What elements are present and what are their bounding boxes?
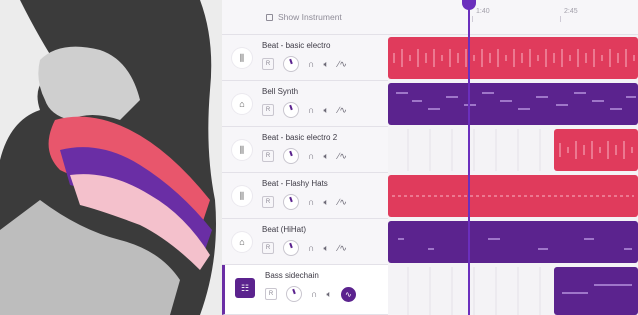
track-controls: R ∩ 🔈︎ ∕∿ bbox=[262, 148, 347, 164]
speaker-icon[interactable]: 🔈︎ bbox=[326, 289, 331, 300]
ruler-label-2: 2:45 bbox=[564, 8, 578, 15]
volume-knob[interactable] bbox=[283, 194, 299, 210]
track-name: Bass sidechain bbox=[265, 271, 319, 280]
record-arm-button[interactable]: R bbox=[262, 58, 274, 70]
waveform-icon: ⫼ bbox=[232, 186, 252, 206]
ruler-label-1: 1:40 bbox=[476, 8, 490, 15]
speaker-icon[interactable]: 🔈︎ bbox=[323, 105, 328, 116]
record-arm-button[interactable]: R bbox=[262, 196, 274, 208]
daw-panel: Show Instrument 1:40 2:45 ⫼ Beat - basic… bbox=[222, 0, 638, 315]
track-row[interactable]: ⌂ Beat (HiHat) R ∩ 🔈︎ ∕∿ bbox=[222, 219, 388, 265]
waveform-icon: ⫼ bbox=[232, 140, 252, 160]
volume-knob[interactable] bbox=[286, 286, 302, 302]
timeline-header: Show Instrument 1:40 2:45 bbox=[222, 0, 638, 35]
bell-icon: ⌂ bbox=[232, 232, 252, 252]
speaker-icon[interactable]: 🔈︎ bbox=[323, 151, 328, 162]
record-arm-button[interactable]: R bbox=[265, 288, 277, 300]
fx-icon[interactable]: ∕∿ bbox=[338, 151, 347, 162]
timeline-lanes bbox=[388, 35, 638, 315]
volume-knob[interactable] bbox=[283, 102, 299, 118]
region-bass-sidechain bbox=[554, 267, 638, 315]
hero-photo bbox=[0, 0, 222, 315]
record-arm-button[interactable]: R bbox=[262, 150, 274, 162]
instrument-icon bbox=[266, 13, 273, 21]
playhead[interactable] bbox=[468, 0, 470, 315]
piano-icon: ☷ bbox=[235, 278, 255, 298]
track-row[interactable]: ⌂ Bell Synth R ∩ 🔈︎ ∕∿ bbox=[222, 81, 388, 127]
ruler-tick bbox=[472, 16, 473, 22]
show-instrument-label: Show Instrument bbox=[278, 12, 342, 22]
headphones-icon[interactable]: ∩ bbox=[308, 59, 314, 69]
fx-icon[interactable]: ∕∿ bbox=[338, 243, 347, 254]
speaker-icon[interactable]: 🔈︎ bbox=[323, 59, 328, 70]
volume-knob[interactable] bbox=[283, 56, 299, 72]
track-controls: R ∩ 🔈︎ ∕∿ bbox=[262, 56, 347, 72]
fx-icon[interactable]: ∕∿ bbox=[338, 197, 347, 208]
track-name: Beat - basic electro bbox=[262, 41, 331, 50]
track-controls: R ∩ 🔈︎ ∕∿ bbox=[262, 194, 347, 210]
headphones-icon[interactable]: ∩ bbox=[311, 289, 317, 299]
singing-person-illustration bbox=[0, 0, 222, 315]
show-instrument-toggle[interactable]: Show Instrument bbox=[266, 12, 342, 22]
headphones-icon[interactable]: ∩ bbox=[308, 197, 314, 207]
track-controls: R ∩ 🔈︎ ∕∿ bbox=[262, 240, 347, 256]
region-canvas bbox=[388, 35, 638, 315]
track-row[interactable]: ⫼ Beat - basic electro 2 R ∩ 🔈︎ ∕∿ bbox=[222, 127, 388, 173]
volume-knob[interactable] bbox=[283, 148, 299, 164]
region-bell-synth bbox=[388, 83, 638, 125]
bell-icon: ⌂ bbox=[232, 94, 252, 114]
track-name: Beat (HiHat) bbox=[262, 225, 307, 234]
record-arm-button[interactable]: R bbox=[262, 104, 274, 116]
track-name: Beat - basic electro 2 bbox=[262, 133, 338, 142]
headphones-icon[interactable]: ∩ bbox=[308, 105, 314, 115]
track-row-selected[interactable]: ☷ Bass sidechain R ∩ 🔈︎ ∿ bbox=[222, 265, 388, 315]
region-beat-hihat bbox=[388, 221, 638, 263]
fx-icon[interactable]: ∕∿ bbox=[338, 105, 347, 116]
speaker-icon[interactable]: 🔈︎ bbox=[323, 197, 328, 208]
region-beat-basic-electro-2 bbox=[554, 129, 638, 171]
fx-icon-active[interactable]: ∿ bbox=[340, 286, 356, 302]
track-name: Bell Synth bbox=[262, 87, 299, 96]
track-name: Beat - Flashy Hats bbox=[262, 179, 328, 188]
headphones-icon[interactable]: ∩ bbox=[308, 151, 314, 161]
track-row[interactable]: ⫼ Beat - basic electro R ∩ 🔈︎ ∕∿ bbox=[222, 35, 388, 81]
volume-knob[interactable] bbox=[283, 240, 299, 256]
speaker-icon[interactable]: 🔈︎ bbox=[323, 243, 328, 254]
ruler-tick bbox=[560, 16, 561, 22]
record-arm-button[interactable]: R bbox=[262, 242, 274, 254]
fx-icon[interactable]: ∕∿ bbox=[338, 59, 347, 70]
track-controls: R ∩ 🔈︎ ∕∿ bbox=[262, 102, 347, 118]
waveform-icon: ⫼ bbox=[232, 48, 252, 68]
track-controls: R ∩ 🔈︎ ∿ bbox=[265, 286, 356, 302]
headphones-icon[interactable]: ∩ bbox=[308, 243, 314, 253]
track-row[interactable]: ⫼ Beat - Flashy Hats R ∩ 🔈︎ ∕∿ bbox=[222, 173, 388, 219]
